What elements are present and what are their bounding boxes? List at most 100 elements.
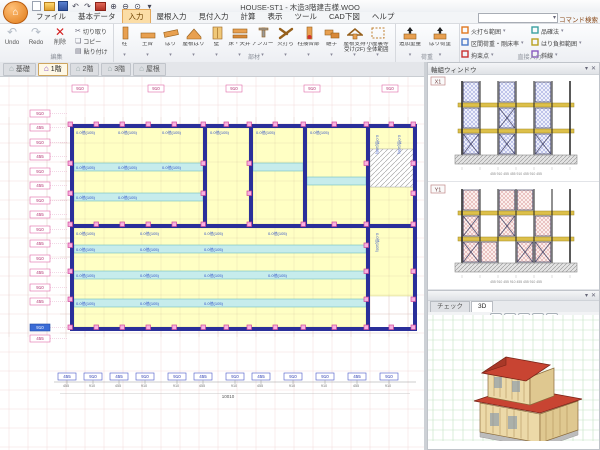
part-button-wall[interactable]: 壁▾	[205, 26, 228, 57]
svg-text:455: 455	[36, 183, 44, 188]
tab-計算[interactable]: 計算	[235, 10, 262, 23]
elevation-view-Y1[interactable]: 455 910 455 910 455 455 910 455Y1	[428, 182, 599, 290]
delete-button[interactable]: ✕ 削除	[48, 26, 72, 47]
part-button-post[interactable]: 柱▾	[113, 26, 136, 57]
ribbon-tab-bar: ファイル基本データ入力屋根入力見付入力計算表示ツールCAD下図ヘルプ ▾ コマン…	[0, 12, 600, 24]
group-label-edit: 編集	[0, 54, 113, 62]
brace-icon	[274, 26, 297, 42]
floor-tab-1階[interactable]: ⌂1階	[38, 63, 68, 76]
part-button-support[interactable]: 屋根支持受け(2F)▾	[343, 26, 366, 57]
direct-input-icon	[461, 26, 469, 36]
svg-text:Y1: Y1	[435, 187, 442, 193]
svg-text:0.0他(105): 0.0他(105)	[162, 129, 182, 135]
frame-elevation-panel: 軸組ウィンドウ ▾ ✕ 455 910 455 455 910 455 910 …	[427, 62, 600, 290]
load-button-0[interactable]: 追加重量▾	[395, 26, 425, 57]
svg-text:455: 455	[353, 374, 361, 379]
part-button-floor[interactable]: 床・天井▾	[228, 26, 251, 57]
redo-icon: ↷	[24, 26, 48, 40]
tab-屋根入力[interactable]: 屋根入力	[151, 10, 193, 23]
application-window: ⌂ ↶↷⊕⊖⊙▾ HOUSE-ST1 - 木造3階建吉様.WOO ファイル基本デ…	[0, 0, 600, 450]
svg-text:0.0他(105): 0.0他(105)	[268, 230, 288, 236]
part-button-joint[interactable]: 柱接合部▾	[297, 26, 320, 57]
svg-text:910: 910	[289, 374, 297, 379]
tab-基本データ[interactable]: 基本データ	[72, 10, 122, 23]
beam-icon	[159, 26, 182, 42]
svg-text:0.0他(105): 0.0他(105)	[310, 129, 330, 135]
svg-text:0.0他(105): 0.0他(105)	[162, 164, 182, 170]
cut-button[interactable]: ✂ 切り取り	[75, 27, 108, 36]
floor-plan-drawing: 0.0他(105) 0.0他(105) 0.0他(105) 0.0他(105) 0.0他…	[0, 77, 424, 450]
svg-text:0.0他(105): 0.0他(105)	[140, 230, 160, 236]
tab-表示[interactable]: 表示	[262, 10, 289, 23]
direct-input-4[interactable]: はり負担範囲▾	[529, 38, 599, 48]
part-button-beam[interactable]: はり▾	[159, 26, 182, 57]
direct-input-icon	[531, 26, 539, 36]
svg-text:910: 910	[36, 325, 44, 330]
part-button-sill[interactable]: 土台▾	[136, 26, 159, 57]
floor-tab-2階[interactable]: ⌂2階	[70, 63, 100, 76]
chevron-down-icon[interactable]: ▾	[553, 14, 556, 21]
direct-input-1[interactable]: 区間荷重・剛床率▾	[459, 38, 529, 48]
tab-見付入力[interactable]: 見付入力	[193, 10, 235, 23]
splice-icon	[320, 26, 343, 42]
floor-tab-3階[interactable]: ⌂3階	[101, 63, 131, 76]
ribbon-group-edit: ↶ Undo ↷ Redo ✕ 削除 ✂ 切り取り ❏	[0, 24, 114, 62]
part-button-brace[interactable]: 火打ち▾	[274, 26, 297, 57]
part-button-roofbeam[interactable]: 屋根ばり▾	[182, 26, 205, 57]
command-search-input[interactable]	[478, 13, 558, 23]
tab-入力[interactable]: 入力	[122, 9, 151, 23]
panel-close-icon[interactable]: ✕	[591, 65, 596, 72]
load-button-1[interactable]: はり荷重▾	[425, 26, 455, 57]
panel-minimize-icon[interactable]: ▾	[585, 65, 588, 72]
view3d-viewport[interactable]	[428, 315, 599, 449]
svg-text:910: 910	[173, 374, 181, 379]
app-logo[interactable]: ⌂	[3, 1, 28, 24]
svg-text:910: 910	[36, 285, 44, 290]
svg-text:0.0他(105): 0.0他(105)	[76, 164, 96, 170]
panel-close-icon[interactable]: ✕	[591, 292, 596, 299]
svg-text:910: 910	[386, 86, 394, 91]
redo-button[interactable]: ↷ Redo	[24, 26, 48, 47]
floor-icon: ⌂	[76, 65, 81, 73]
group-label-direct-input: 直接入力	[459, 54, 600, 62]
svg-text:910: 910	[230, 86, 238, 91]
svg-text:910: 910	[36, 169, 44, 174]
support-icon	[343, 26, 366, 42]
part-button-range[interactable]: 小屋裏等全体範囲▾	[366, 26, 389, 57]
svg-text:0.0他(105): 0.0他(105)	[76, 230, 96, 236]
svg-text:910: 910	[36, 140, 44, 145]
svg-text:0.0他(105): 0.0他(105)	[397, 135, 403, 155]
copy-icon: ❏	[75, 38, 81, 46]
floor-tab-基礎[interactable]: ⌂基礎	[3, 63, 36, 76]
svg-text:455: 455	[36, 270, 44, 275]
view3d-panel: ▾ ✕ チェック3D ■●▶↖✥SEGRB?↻	[427, 290, 600, 450]
tab-ファイル[interactable]: ファイル	[30, 10, 72, 23]
svg-text:0.0他(105): 0.0他(105)	[140, 300, 160, 306]
svg-text:0.0他(105): 0.0他(105)	[204, 272, 224, 278]
part-button-anchor[interactable]: アンカー▾	[251, 26, 274, 57]
svg-text:455: 455	[115, 384, 121, 388]
house-3d-model	[428, 315, 599, 441]
svg-text:X1: X1	[435, 79, 442, 85]
floor-tab-屋根[interactable]: ⌂屋根	[133, 63, 166, 76]
panel-minimize-icon[interactable]: ▾	[585, 292, 588, 299]
part-button-splice[interactable]: 継手▾	[320, 26, 343, 57]
view3d-tab-チェック[interactable]: チェック	[430, 301, 470, 312]
copy-button[interactable]: ❏ コピー	[75, 37, 108, 46]
svg-text:910: 910	[385, 384, 391, 388]
view3d-tab-3D[interactable]: 3D	[471, 301, 493, 312]
svg-text:455: 455	[257, 374, 265, 379]
direct-input-3[interactable]: 品確法▾	[529, 26, 599, 36]
undo-button[interactable]: ↶ Undo	[0, 26, 24, 47]
main-plan-canvas[interactable]: 0.0他(105) 0.0他(105) 0.0他(105) 0.0他(105) 0.0他…	[0, 77, 424, 450]
range-icon	[366, 26, 389, 42]
tab-CAD下図[interactable]: CAD下図	[323, 10, 366, 23]
svg-text:0.0他(105): 0.0他(105)	[76, 129, 96, 135]
direct-input-0[interactable]: 火打ち範囲▾	[459, 26, 529, 36]
group-label-load: 荷重	[395, 54, 459, 62]
elevation-views[interactable]: 455 910 455 455 910 455 910 455X1455 910…	[428, 74, 599, 289]
tab-ツール[interactable]: ツール	[289, 10, 324, 23]
tab-ヘルプ[interactable]: ヘルプ	[366, 10, 401, 23]
elevation-view-X1[interactable]: 455 910 455 455 910 455 910 455X1	[428, 74, 599, 182]
svg-text:0.0他(105): 0.0他(105)	[204, 230, 224, 236]
